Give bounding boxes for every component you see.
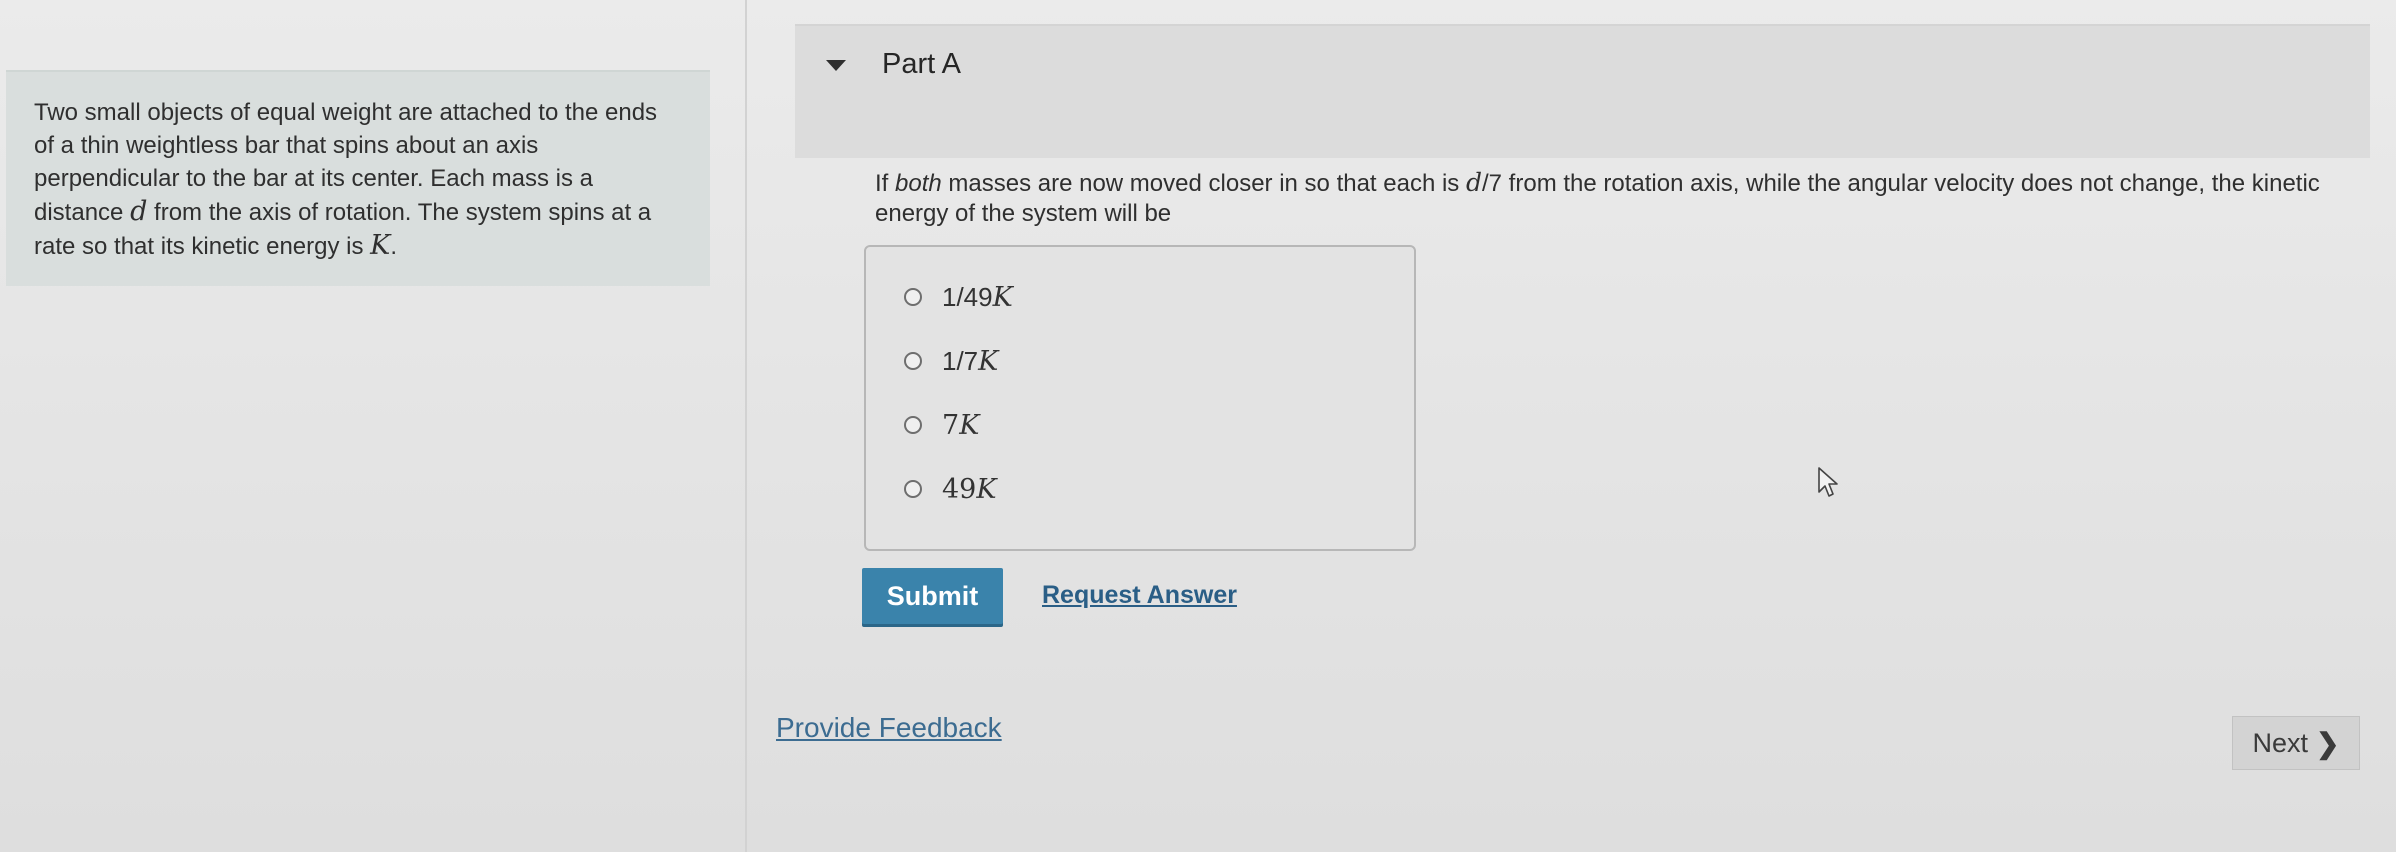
caret-down-icon[interactable] (826, 60, 846, 71)
problem-statement: Two small objects of equal weight are at… (6, 70, 710, 286)
choice-49-K[interactable]: 49K (904, 469, 997, 509)
choice-7-K[interactable]: 7K (904, 405, 979, 445)
request-answer-link[interactable]: Request Answer (1042, 581, 1237, 610)
submit-button[interactable]: Submit (862, 568, 1003, 624)
var-d: d (130, 196, 148, 227)
choice-1-7-K[interactable]: 1/7K (904, 341, 998, 381)
question-text: If both masses are now moved closer in s… (875, 168, 2320, 227)
var-K: K (370, 230, 391, 261)
choice-1-49-K[interactable]: 1/49K (904, 277, 1013, 317)
radio-button-icon[interactable] (904, 288, 922, 306)
problem-pane: Two small objects of equal weight are at… (0, 0, 747, 852)
part-a-header[interactable] (795, 24, 2370, 158)
answer-choices: 1/49K 1/7K 7K 49K (864, 245, 1416, 551)
problem-text: Two small objects of equal weight are at… (34, 99, 658, 261)
provide-feedback-link[interactable]: Provide Feedback (776, 712, 1002, 744)
radio-button-icon[interactable] (904, 416, 922, 434)
mouse-pointer-icon (1818, 467, 1838, 497)
screen: Two small objects of equal weight are at… (0, 0, 2396, 852)
chevron-right-icon: ❯ (2316, 727, 2340, 759)
radio-button-icon[interactable] (904, 480, 922, 498)
radio-button-icon[interactable] (904, 352, 922, 370)
part-title[interactable]: Part A (882, 48, 961, 81)
next-button[interactable]: Next ❯ (2232, 716, 2360, 770)
